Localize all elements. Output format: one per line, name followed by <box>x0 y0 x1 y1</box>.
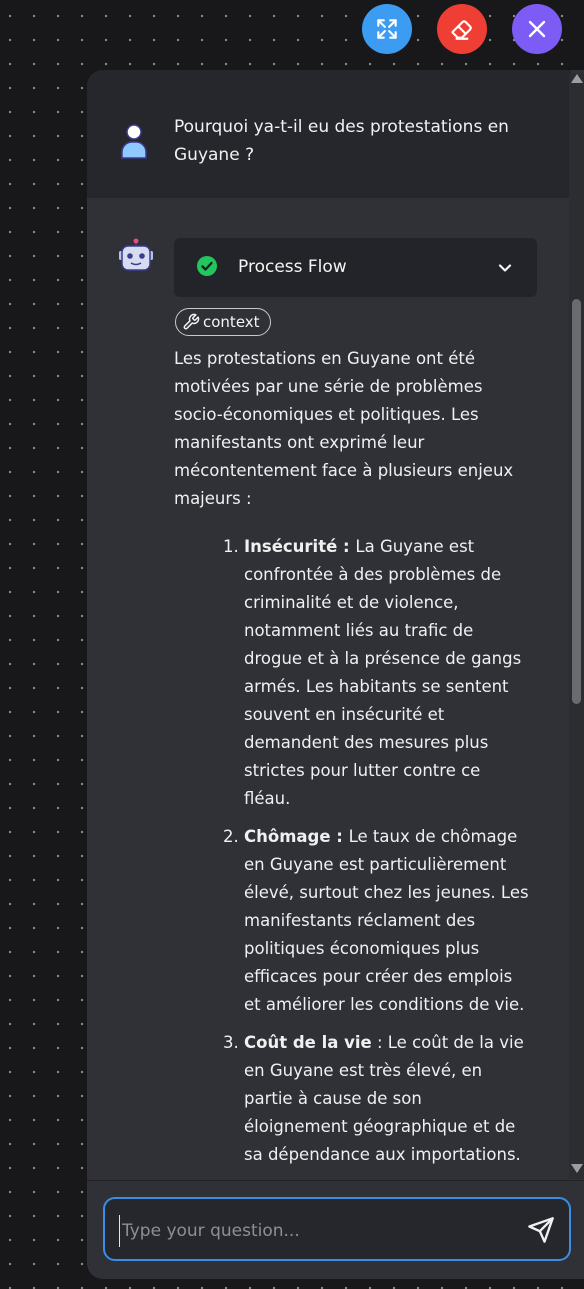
chat-panel: Pourquoi ya-t-il eu des protestations en… <box>87 70 584 1278</box>
scroll-down-arrow-icon[interactable] <box>571 1164 583 1173</box>
process-flow-dropdown[interactable]: Process Flow <box>174 238 537 297</box>
list-item-separator: : <box>337 537 356 556</box>
question-input[interactable] <box>119 1215 514 1247</box>
scroll-up-arrow-icon[interactable] <box>571 74 583 83</box>
list-item: Chômage : Le taux de chômage en Guyane e… <box>244 823 529 1019</box>
context-badge-label: context <box>203 313 260 331</box>
answer-list: Insécurité : La Guyane est confrontée à … <box>174 533 529 1169</box>
list-item: Coût de la vie : Le coût de la vie en Gu… <box>244 1029 529 1169</box>
question-input-box[interactable] <box>103 1197 571 1261</box>
user-message: Pourquoi ya-t-il eu des protestations en… <box>87 70 571 198</box>
list-item: Insécurité : La Guyane est confrontée à … <box>244 533 529 813</box>
list-item-title: Coût de la vie <box>244 1033 372 1052</box>
eraser-icon <box>451 20 472 40</box>
process-flow-label: Process Flow <box>238 257 347 277</box>
input-area <box>87 1180 584 1279</box>
clear-chat-button[interactable] <box>437 4 487 54</box>
list-item-title: Insécurité <box>244 537 338 556</box>
chevron-down-icon <box>498 264 512 272</box>
list-item-separator: : <box>330 827 349 846</box>
check-circle-icon <box>197 256 217 276</box>
close-icon <box>528 20 546 38</box>
send-icon[interactable] <box>527 1216 555 1244</box>
context-badge[interactable]: context <box>175 308 271 336</box>
wrench-icon <box>183 313 200 330</box>
list-item-separator: : <box>371 1033 388 1052</box>
list-item-text: La Guyane est confrontée à des problèmes… <box>244 537 522 808</box>
user-message-text: Pourquoi ya-t-il eu des protestations en… <box>174 117 509 165</box>
scrollbar-thumb[interactable] <box>572 299 581 704</box>
answer-intro: Les protestations en Guyane ont été moti… <box>174 349 514 508</box>
list-item-text: Le taux de chômage en Guyane est particu… <box>244 827 529 1014</box>
expand-arrows-icon <box>377 19 397 39</box>
bot-answer: Les protestations en Guyane ont été moti… <box>174 345 529 1179</box>
list-item-title: Chômage <box>244 827 331 846</box>
list-item-text: Le coût de la vie en Guyane est très éle… <box>244 1033 524 1164</box>
bot-avatar-icon <box>119 238 153 271</box>
expand-button[interactable] <box>362 4 412 54</box>
user-avatar-icon <box>121 124 147 159</box>
close-button[interactable] <box>512 4 562 54</box>
